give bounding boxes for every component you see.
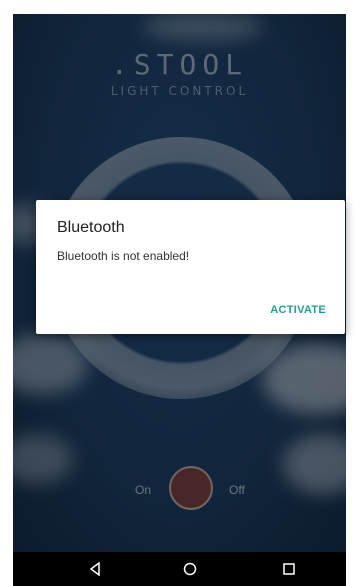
- recents-icon[interactable]: [280, 560, 298, 578]
- back-icon[interactable]: [86, 560, 104, 578]
- activate-button[interactable]: ACTIVATE: [270, 304, 326, 316]
- dialog-title: Bluetooth: [57, 219, 125, 236]
- bluetooth-dialog: Bluetooth Bluetooth is not enabled! ACTI…: [36, 200, 345, 334]
- system-navbar: [13, 552, 346, 586]
- dialog-message: Bluetooth is not enabled!: [57, 249, 190, 263]
- home-icon[interactable]: [181, 560, 199, 578]
